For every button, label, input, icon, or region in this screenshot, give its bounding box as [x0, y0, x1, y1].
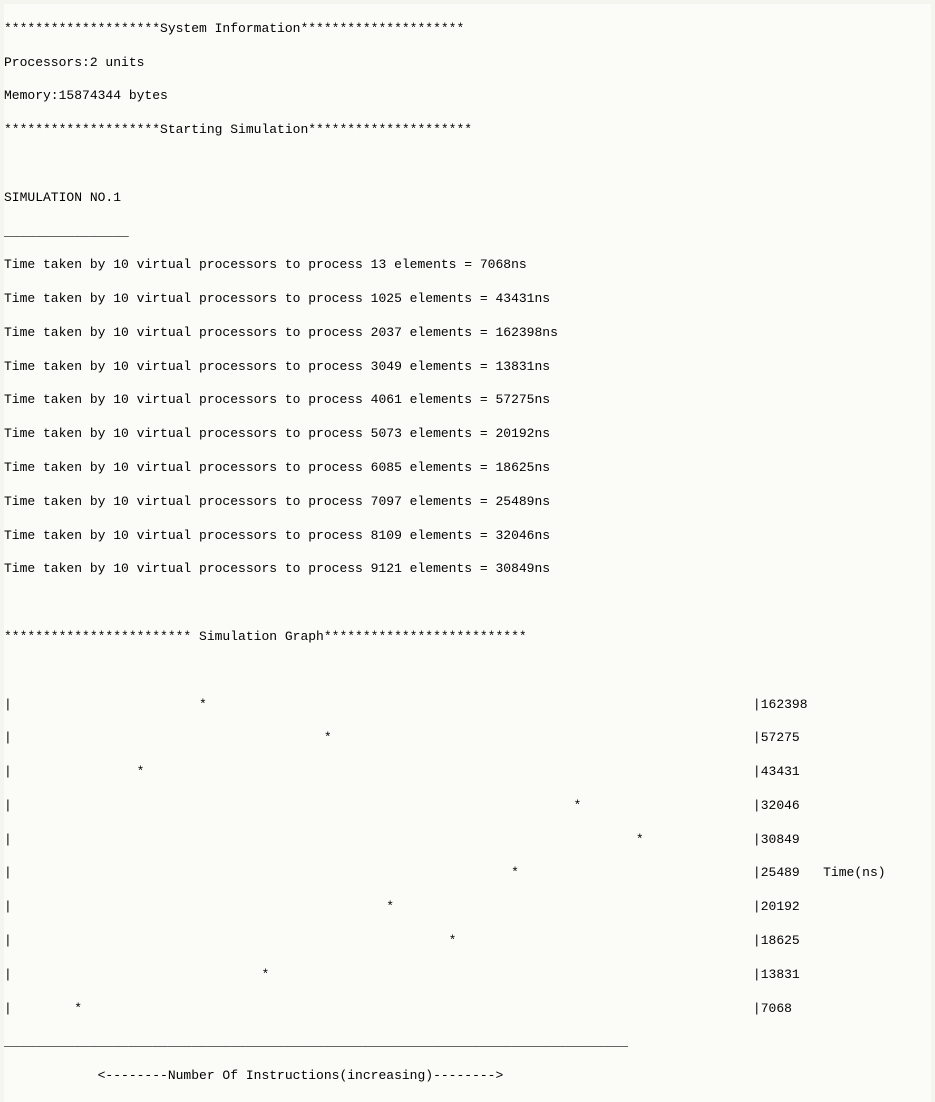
simulation-underline: ________________ — [4, 224, 931, 241]
graph-row-9: | * |7068 — [4, 1001, 931, 1018]
sim-line-4: Time taken by 10 virtual processors to p… — [4, 392, 931, 409]
graph-row-2: | * |43431 — [4, 764, 931, 781]
blank-line — [4, 156, 931, 173]
graph-row-1: | * |57275 — [4, 730, 931, 747]
graph-row-3: | * |32046 — [4, 798, 931, 815]
graph-row-0: | * |162398 — [4, 697, 931, 714]
memory-label: Memory: — [4, 88, 59, 103]
memory-value: 15874344 bytes — [59, 88, 168, 103]
sim-line-9: Time taken by 10 virtual processors to p… — [4, 561, 931, 578]
sim-line-5: Time taken by 10 virtual processors to p… — [4, 426, 931, 443]
sim-line-8: Time taken by 10 virtual processors to p… — [4, 528, 931, 545]
graph-title: ************************ Simulation Grap… — [4, 629, 931, 646]
sim-line-7: Time taken by 10 virtual processors to p… — [4, 494, 931, 511]
terminal-output: ********************System Information**… — [4, 4, 931, 1102]
sim-line-6: Time taken by 10 virtual processors to p… — [4, 460, 931, 477]
start-header: ********************Starting Simulation*… — [4, 122, 931, 139]
graph-row-7: | * |18625 — [4, 933, 931, 950]
graph-xaxis: <--------Number Of Instructions(increasi… — [4, 1068, 931, 1085]
memory-line: Memory:15874344 bytes — [4, 88, 931, 105]
processors-value: 2 units — [90, 55, 145, 70]
graph-row-5: | * |25489 Time(ns) — [4, 865, 931, 882]
blank-line — [4, 595, 931, 612]
sim-line-2: Time taken by 10 virtual processors to p… — [4, 325, 931, 342]
graph-row-8: | * |13831 — [4, 967, 931, 984]
sim-line-1: Time taken by 10 virtual processors to p… — [4, 291, 931, 308]
graph-separator: ________________________________________… — [4, 1034, 931, 1051]
blank-line — [4, 663, 931, 680]
graph-row-4: | * |30849 — [4, 832, 931, 849]
simulation-title: SIMULATION NO.1 — [4, 190, 931, 207]
sim-line-3: Time taken by 10 virtual processors to p… — [4, 359, 931, 376]
processors-line: Processors:2 units — [4, 55, 931, 72]
processors-label: Processors: — [4, 55, 90, 70]
graph-row-6: | * |20192 — [4, 899, 931, 916]
sim-line-0: Time taken by 10 virtual processors to p… — [4, 257, 931, 274]
sysinfo-header: ********************System Information**… — [4, 21, 931, 38]
